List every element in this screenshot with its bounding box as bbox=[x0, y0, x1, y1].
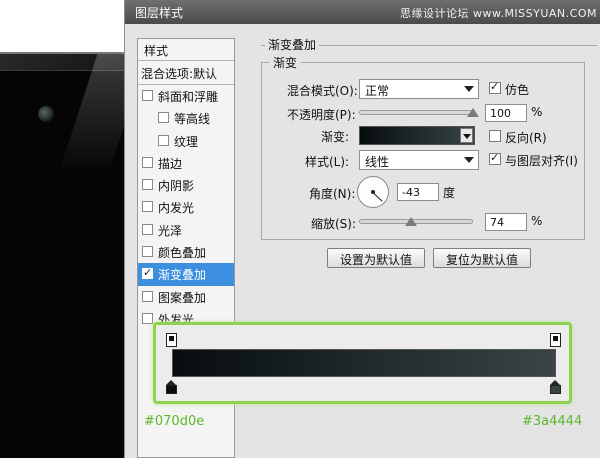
style-item-label: 斜面和浮雕 bbox=[158, 90, 219, 104]
watermark: 思缘设计论坛 www.MISSYUAN.COM bbox=[399, 7, 597, 20]
style-item-checkbox[interactable] bbox=[142, 266, 153, 280]
section-title: 渐变叠加 bbox=[265, 36, 320, 53]
reset-default-button[interactable]: 复位为默认值 bbox=[433, 248, 531, 268]
style-select[interactable]: 线性 bbox=[359, 150, 479, 170]
dither-checkbox[interactable] bbox=[489, 80, 501, 94]
scale-slider-thumb[interactable] bbox=[405, 217, 418, 226]
style-item-label: 图案叠加 bbox=[158, 290, 207, 305]
color-stop-right[interactable] bbox=[550, 380, 561, 394]
opacity-stop-right[interactable] bbox=[550, 333, 561, 347]
gradient-preview-bar[interactable] bbox=[172, 349, 556, 377]
angle-center bbox=[371, 190, 375, 194]
color-stop-left[interactable] bbox=[166, 380, 177, 394]
group-title: 渐变 bbox=[269, 54, 302, 71]
scale-label: 缩放(S): bbox=[311, 217, 357, 231]
style-item[interactable]: 内阴影 bbox=[138, 174, 234, 196]
chevron-down-icon bbox=[463, 134, 471, 139]
set-default-button[interactable]: 设置为默认值 bbox=[327, 248, 425, 268]
style-item-checkbox[interactable] bbox=[158, 134, 169, 146]
style-item-label: 描边 bbox=[158, 156, 183, 171]
style-value: 线性 bbox=[365, 155, 390, 169]
blend-options-item[interactable]: 混合选项:默认 bbox=[138, 61, 234, 85]
angle-unit: 度 bbox=[443, 186, 456, 200]
start-color-label: #070d0e bbox=[144, 414, 205, 429]
style-item-checkbox[interactable] bbox=[142, 90, 153, 101]
reverse-label: 反向(R) bbox=[505, 131, 547, 145]
opacity-input[interactable]: 100 bbox=[485, 104, 527, 122]
end-color-label: #3a4444 bbox=[522, 414, 583, 429]
style-item-label: 等高线 bbox=[174, 112, 211, 127]
angle-dial[interactable] bbox=[357, 176, 389, 208]
style-item[interactable]: 描边 bbox=[138, 152, 234, 174]
style-item-label: 光泽 bbox=[158, 223, 183, 238]
style-label: 样式(L): bbox=[305, 155, 350, 169]
style-item[interactable]: 图案叠加 bbox=[138, 286, 234, 308]
blend-mode-label: 混合模式(O): bbox=[287, 84, 358, 98]
gradient-label: 渐变: bbox=[321, 130, 350, 144]
style-item-checkbox[interactable] bbox=[158, 112, 169, 124]
style-item-checkbox[interactable] bbox=[142, 312, 153, 324]
opacity-unit: % bbox=[531, 105, 543, 119]
angle-input[interactable]: -43 bbox=[397, 183, 439, 201]
phone-camera bbox=[38, 106, 54, 122]
phone-image bbox=[0, 52, 148, 458]
styles-header[interactable]: 样式 bbox=[138, 39, 234, 61]
scale-input[interactable]: 74 bbox=[485, 213, 527, 231]
dialog-title: 图层样式 bbox=[135, 6, 184, 20]
style-item-checkbox[interactable] bbox=[142, 246, 153, 258]
style-item[interactable]: 斜面和浮雕 bbox=[138, 85, 234, 107]
dither-label: 仿色 bbox=[505, 83, 530, 97]
align-with-layer-label: 与图层对齐(I) bbox=[505, 154, 578, 168]
dialog-titlebar[interactable]: 图层样式 思缘设计论坛 www.MISSYUAN.COM bbox=[125, 0, 600, 24]
style-item-checkbox[interactable] bbox=[142, 179, 153, 191]
style-item-checkbox[interactable] bbox=[142, 290, 153, 302]
style-item-checkbox[interactable] bbox=[142, 201, 153, 213]
style-item[interactable]: 纹理 bbox=[138, 130, 234, 152]
opacity-slider-thumb[interactable] bbox=[467, 108, 479, 117]
opacity-stop-left[interactable] bbox=[166, 333, 177, 347]
style-item[interactable]: 颜色叠加 bbox=[138, 241, 234, 263]
style-item-label: 渐变叠加 bbox=[158, 268, 207, 283]
blend-mode-select[interactable]: 正常 bbox=[359, 79, 479, 99]
opacity-label: 不透明度(P): bbox=[287, 108, 356, 122]
gradient-swatch[interactable] bbox=[359, 126, 475, 145]
style-item[interactable]: 内发光 bbox=[138, 196, 234, 218]
blend-mode-value: 正常 bbox=[365, 84, 390, 98]
style-item[interactable]: 等高线 bbox=[138, 107, 234, 129]
style-item-label: 内阴影 bbox=[158, 179, 195, 194]
style-item-checkbox[interactable] bbox=[142, 156, 153, 168]
opacity-slider-track[interactable] bbox=[359, 110, 473, 115]
style-item-label: 纹理 bbox=[174, 134, 199, 149]
scale-unit: % bbox=[531, 214, 543, 228]
chevron-down-icon bbox=[464, 86, 474, 92]
angle-label: 角度(N): bbox=[309, 187, 356, 201]
chevron-down-icon bbox=[464, 157, 474, 163]
style-item-label: 内发光 bbox=[158, 201, 195, 216]
style-item-label: 颜色叠加 bbox=[158, 246, 207, 261]
reverse-checkbox[interactable] bbox=[489, 130, 501, 142]
gradient-editor-panel bbox=[153, 322, 572, 404]
align-with-layer-checkbox[interactable] bbox=[489, 151, 501, 165]
style-item[interactable]: 光泽 bbox=[138, 219, 234, 241]
style-item-checkbox[interactable] bbox=[142, 223, 153, 235]
gradient-picker-button[interactable] bbox=[460, 128, 473, 143]
style-item[interactable]: 渐变叠加 bbox=[138, 263, 234, 286]
